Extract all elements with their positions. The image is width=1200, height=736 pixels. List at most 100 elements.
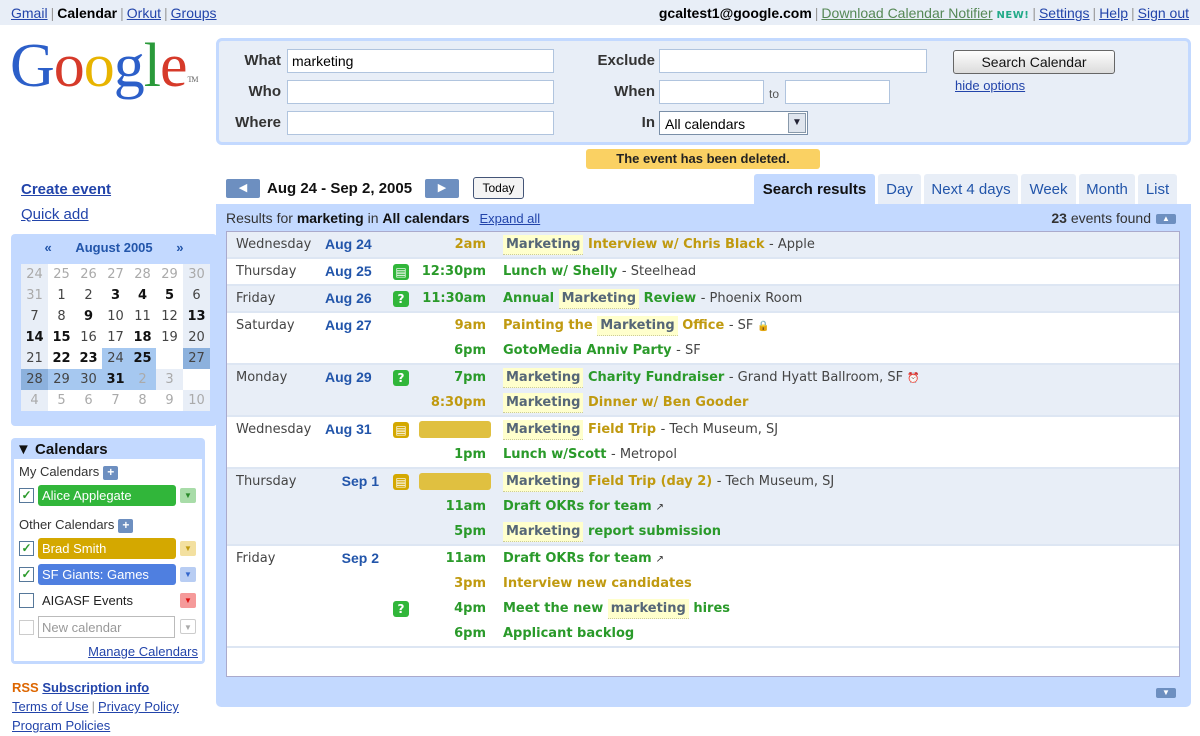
create-event-link[interactable]: Create event: [21, 181, 111, 198]
privacy-link[interactable]: Privacy Policy: [98, 699, 179, 714]
event-title[interactable]: Lunch w/ Shelly - Steelhead: [503, 264, 696, 279]
calendar-chip[interactable]: AIGASF Events: [38, 590, 176, 611]
event-row[interactable]: 11am Draft OKRs for team ↗: [227, 494, 1179, 519]
mini-day[interactable]: 7: [21, 306, 48, 327]
program-policies-link[interactable]: Program Policies: [12, 718, 110, 733]
google-logo[interactable]: GoogleTM: [10, 31, 199, 101]
mini-day[interactable]: 31: [21, 285, 48, 306]
mini-day[interactable]: 2: [75, 285, 102, 306]
new-calendar-input[interactable]: New calendar: [38, 616, 175, 638]
mini-day[interactable]: 31: [102, 369, 129, 390]
mini-day[interactable]: 3: [102, 285, 129, 306]
calendar-menu-icon[interactable]: ▼: [180, 567, 196, 582]
event-row[interactable]: ? 4pm Meet the new marketing hires: [227, 596, 1179, 621]
event-title[interactable]: Annual Marketing Review - Phoenix Room: [503, 289, 802, 309]
exclude-input[interactable]: [659, 49, 927, 73]
mini-day[interactable]: 30: [75, 369, 102, 390]
calendar-chip[interactable]: SF Giants: Games: [38, 564, 176, 585]
where-input[interactable]: [287, 111, 554, 135]
calendars-toggle[interactable]: ▼ Calendars: [16, 441, 108, 458]
day-date[interactable]: Aug 27: [325, 317, 379, 333]
calendar-checkbox[interactable]: [19, 593, 34, 608]
mini-day[interactable]: 21: [21, 348, 48, 369]
search-calendar-button[interactable]: Search Calendar: [953, 50, 1115, 74]
hide-options-link[interactable]: hide options: [955, 78, 1025, 93]
orkut-link[interactable]: Orkut: [127, 5, 161, 21]
mini-day[interactable]: 9: [75, 306, 102, 327]
add-my-calendar-icon[interactable]: +: [103, 466, 119, 480]
tab-list[interactable]: List: [1138, 174, 1177, 204]
mini-day[interactable]: 30: [183, 264, 210, 285]
calendar-checkbox[interactable]: ✓: [19, 567, 34, 582]
help-link[interactable]: Help: [1099, 5, 1128, 21]
day-date[interactable]: Aug 25: [325, 263, 379, 279]
quick-add-link[interactable]: Quick add: [21, 206, 89, 223]
tab-month[interactable]: Month: [1079, 174, 1135, 204]
event-row[interactable]: Thursday Aug 25 ▤ 12:30pm Lunch w/ Shell…: [227, 259, 1179, 284]
what-input[interactable]: marketing: [287, 49, 554, 73]
mini-day[interactable]: 6: [183, 285, 210, 306]
event-row[interactable]: 3pm Interview new candidates: [227, 571, 1179, 596]
mini-day[interactable]: 29: [156, 264, 183, 285]
when-to-input[interactable]: [785, 80, 890, 104]
event-title[interactable]: Marketing Field Trip (day 2) - Tech Muse…: [503, 472, 834, 492]
expand-all-link[interactable]: Expand all: [479, 211, 540, 226]
calendar-chip[interactable]: Alice Applegate: [38, 485, 176, 506]
tab-week[interactable]: Week: [1021, 174, 1076, 204]
settings-link[interactable]: Settings: [1039, 5, 1090, 21]
next-range-button[interactable]: ▶: [425, 179, 459, 198]
calendar-checkbox[interactable]: ✓: [19, 488, 34, 503]
mini-day[interactable]: 10: [183, 390, 210, 411]
day-date[interactable]: Aug 31: [325, 421, 379, 437]
mini-day[interactable]: 20: [183, 327, 210, 348]
event-row[interactable]: Wednesday Aug 24 2am Marketing Interview…: [227, 232, 1179, 257]
event-title[interactable]: Painting the Marketing Office - SF 🔒: [503, 316, 770, 336]
scroll-up-icon[interactable]: ▲: [1156, 214, 1176, 224]
event-row[interactable]: 6pm GotoMedia Anniv Party - SF: [227, 338, 1179, 363]
mini-day[interactable]: 17: [102, 327, 129, 348]
mini-day[interactable]: 29: [48, 369, 75, 390]
calendar-checkbox[interactable]: ✓: [19, 541, 34, 556]
event-row[interactable]: Thursday Sep 1 ▤ Marketing Field Trip (d…: [227, 469, 1179, 494]
mini-day[interactable]: 13: [183, 306, 210, 327]
event-title[interactable]: Applicant backlog: [503, 626, 634, 641]
mini-day[interactable]: 2: [129, 369, 156, 390]
mini-day[interactable]: 28: [129, 264, 156, 285]
calendar-chip[interactable]: Brad Smith: [38, 538, 176, 559]
mini-day[interactable]: 23: [75, 348, 102, 369]
mini-day[interactable]: 27: [183, 348, 210, 369]
tab-next-4-days[interactable]: Next 4 days: [924, 174, 1018, 204]
event-title[interactable]: Marketing report submission: [503, 522, 721, 542]
groups-link[interactable]: Groups: [171, 5, 217, 21]
signout-link[interactable]: Sign out: [1138, 5, 1189, 21]
mini-day[interactable]: [183, 369, 210, 390]
calendar-scope-select[interactable]: All calendars ▼: [659, 111, 808, 135]
mini-day[interactable]: 4: [129, 285, 156, 306]
calendar-menu-icon[interactable]: ▼: [180, 488, 196, 503]
mini-day[interactable]: 18: [129, 327, 156, 348]
event-row[interactable]: Monday Aug 29 ? 7pm Marketing Charity Fu…: [227, 365, 1179, 390]
event-title[interactable]: Lunch w/Scott - Metropol: [503, 447, 677, 462]
calendar-menu-icon[interactable]: ▼: [180, 593, 196, 608]
mini-day[interactable]: 22: [48, 348, 75, 369]
mini-day[interactable]: 28: [21, 369, 48, 390]
mini-day[interactable]: 19: [156, 327, 183, 348]
mini-day[interactable]: 16: [75, 327, 102, 348]
day-date[interactable]: Aug 26: [325, 290, 379, 306]
event-row[interactable]: 6pm Applicant backlog: [227, 621, 1179, 646]
day-date[interactable]: Sep 2: [325, 550, 379, 566]
add-other-calendar-icon[interactable]: +: [118, 519, 134, 533]
event-row[interactable]: 1pm Lunch w/Scott - Metropol: [227, 442, 1179, 467]
chevron-down-icon[interactable]: ▼: [788, 113, 806, 133]
next-month-icon[interactable]: »: [176, 240, 183, 255]
prev-month-icon[interactable]: «: [44, 240, 51, 255]
mini-day[interactable]: 27: [102, 264, 129, 285]
event-row[interactable]: Wednesday Aug 31 ▤ Marketing Field Trip …: [227, 417, 1179, 442]
mini-day[interactable]: 14: [21, 327, 48, 348]
prev-range-button[interactable]: ◀: [226, 179, 260, 198]
day-date[interactable]: Aug 29: [325, 369, 379, 385]
mini-day[interactable]: 15: [48, 327, 75, 348]
scroll-down-icon[interactable]: ▼: [1156, 688, 1176, 698]
mini-day[interactable]: 8: [129, 390, 156, 411]
mini-day[interactable]: 7: [102, 390, 129, 411]
